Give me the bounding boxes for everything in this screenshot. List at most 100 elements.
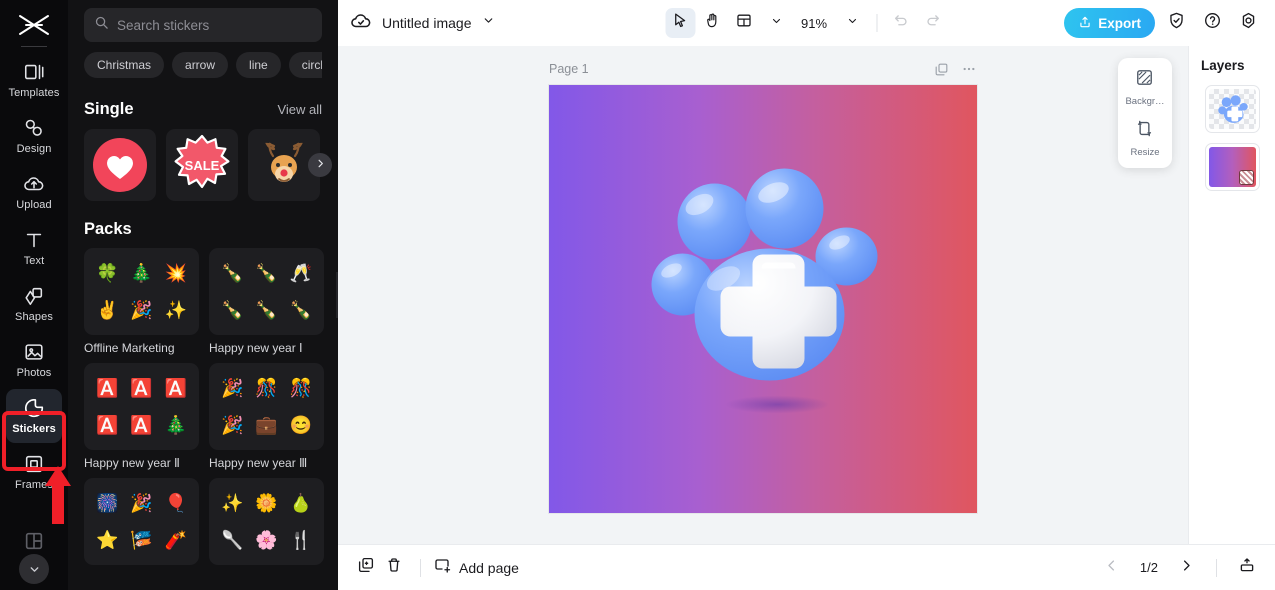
top-toolbar: Untitled image 91% Export — [338, 0, 1275, 46]
pack-label: Offline Marketing — [84, 341, 175, 355]
pack-emoji: 🎉 — [130, 492, 153, 513]
sidebar-item-stickers[interactable]: Stickers — [6, 389, 62, 443]
layer-item-artwork[interactable] — [1204, 85, 1260, 133]
settings-button[interactable] — [1233, 8, 1263, 38]
packs-grid: 🍀 🎄 💥 ✌️ 🎉 ✨ Offline Marketing 🍾 🍾 🥂 🍾 🍾 — [84, 248, 324, 565]
sale-burst-text: SALE — [185, 158, 220, 173]
layout-dropdown-button[interactable] — [761, 8, 791, 38]
resize-tool[interactable]: Resize — [1130, 119, 1160, 158]
sidebar-item-text[interactable]: Text — [6, 221, 62, 275]
undo-button[interactable] — [886, 8, 916, 38]
pack-emoji: ⭐ — [95, 530, 119, 551]
search-input[interactable] — [117, 17, 312, 33]
canvas-stage[interactable]: Page 1 Backgr… Resize — [338, 46, 1188, 544]
pack-emoji: 🎄 — [164, 415, 188, 436]
paw-toe — [745, 168, 824, 249]
bottom-divider — [420, 558, 421, 577]
layout-tool-button[interactable] — [729, 8, 759, 38]
section-title: Single — [84, 100, 134, 118]
grid-more-icon[interactable] — [23, 530, 45, 552]
tag-chip[interactable]: line — [236, 52, 281, 78]
security-button[interactable] — [1161, 8, 1191, 38]
pack-emoji: 🎏 — [130, 530, 153, 551]
delete-page-button[interactable] — [380, 554, 408, 582]
canvas-tools-group: 91% — [664, 8, 948, 38]
resize-icon — [1135, 119, 1154, 143]
duplicate-page-button[interactable] — [352, 554, 380, 582]
pack-card[interactable]: ✨ 🌼 🍐 🥄 🌸 🍴 — [209, 478, 324, 565]
duplicate-icon — [357, 556, 375, 579]
pack-emoji: 🍾 — [255, 262, 278, 283]
select-tool-button[interactable] — [664, 8, 695, 38]
sidebar-item-upload[interactable]: Upload — [6, 165, 62, 219]
sidebar-item-shapes[interactable]: Shapes — [6, 277, 62, 331]
design-canvas[interactable] — [549, 85, 977, 513]
cursor-arrow-icon — [671, 12, 688, 34]
help-circle-icon — [1203, 11, 1222, 35]
toolbar-right-group: Export — [1064, 8, 1263, 38]
single-next-button[interactable] — [308, 153, 332, 177]
suggested-tags-row: Christmas arrow line circle — [84, 52, 322, 78]
background-tool-label: Backgr… — [1125, 96, 1165, 107]
layer-item-background[interactable] — [1204, 143, 1260, 191]
prev-page-button[interactable] — [1098, 554, 1126, 582]
pack-card[interactable]: 🍀 🎄 💥 ✌️ 🎉 ✨ Offline Marketing — [84, 248, 199, 355]
sidebar-item-label: Shapes — [15, 311, 53, 323]
background-tool[interactable]: Backgr… — [1125, 68, 1165, 107]
sidebar-item-design[interactable]: Design — [6, 109, 62, 163]
view-all-link[interactable]: View all — [277, 102, 322, 117]
pack-emoji: 🎉 — [220, 377, 244, 398]
next-page-button[interactable] — [1172, 554, 1200, 582]
sticker-sale-burst[interactable]: SALE — [166, 129, 238, 201]
search-stickers-field[interactable] — [84, 8, 322, 42]
zoom-dropdown-button[interactable] — [837, 8, 867, 38]
toolbar-divider — [876, 14, 878, 32]
tag-chip[interactable]: arrow — [172, 52, 229, 78]
sidebar-item-templates[interactable]: Templates — [6, 53, 62, 107]
pack-card[interactable]: 🍾 🍾 🥂 🍾 🍾 🍾 Happy new year Ⅰ — [209, 248, 324, 355]
page-label: Page 1 — [549, 62, 589, 76]
sidebar-item-label: Upload — [16, 199, 52, 211]
settings-gear-icon — [1239, 11, 1258, 35]
pack-emoji: 🅰️ — [95, 377, 119, 398]
pack-emoji: 🅰️ — [164, 377, 188, 398]
layer-thumb-paw — [1217, 95, 1248, 123]
paw-artwork[interactable] — [649, 167, 894, 432]
tag-chip[interactable]: Christmas — [84, 52, 165, 78]
panel-collapse-handle[interactable] — [336, 272, 338, 318]
sidebar-item-label: Frames — [15, 479, 53, 491]
duplicate-page-icon[interactable] — [934, 62, 949, 77]
stickers-icon — [23, 397, 45, 419]
paw-toe — [677, 183, 752, 260]
zoom-level-label[interactable]: 91% — [793, 16, 835, 31]
capcut-logo[interactable] — [11, 8, 57, 42]
redo-button[interactable] — [918, 8, 948, 38]
help-button[interactable] — [1197, 8, 1227, 38]
chevron-down-icon — [846, 14, 858, 32]
hand-icon — [703, 12, 720, 34]
pack-card[interactable]: 🎉 🎊 🎊 🎉 💼 😊 Happy new year Ⅲ — [209, 363, 324, 470]
sidebar-item-photos[interactable]: Photos — [6, 333, 62, 387]
upload-cloud-icon — [23, 173, 45, 195]
pack-thumbnail: 🍀 🎄 💥 ✌️ 🎉 ✨ — [84, 248, 199, 335]
pack-emoji: 🎉 — [220, 415, 244, 436]
pack-emoji: 🍐 — [289, 492, 313, 513]
rail-bottom-group — [0, 530, 68, 584]
export-panel-button[interactable] — [1233, 554, 1261, 582]
sticker-heart[interactable] — [84, 129, 156, 201]
more-horizontal-icon[interactable] — [961, 61, 977, 77]
pack-card[interactable]: 🅰️ 🅰️ 🅰️ 🅰️ 🅰️ 🎄 Happy new year Ⅱ — [84, 363, 199, 470]
export-button[interactable]: Export — [1064, 8, 1155, 38]
hand-tool-button[interactable] — [697, 8, 727, 38]
pack-label: Happy new year Ⅲ — [209, 456, 308, 470]
rail-collapse-button[interactable] — [19, 554, 49, 584]
search-icon — [94, 15, 109, 35]
add-page-button[interactable]: Add page — [433, 557, 519, 578]
chevron-down-icon[interactable] — [482, 14, 495, 32]
frames-icon — [23, 453, 45, 475]
export-label: Export — [1098, 15, 1141, 31]
pack-card[interactable]: 🎆 🎉 🎈 ⭐ 🎏 🧨 — [84, 478, 199, 565]
sidebar-item-frames[interactable]: Frames — [6, 445, 62, 499]
tag-chip[interactable]: circle — [288, 52, 322, 78]
document-title-group[interactable]: Untitled image — [350, 10, 495, 37]
